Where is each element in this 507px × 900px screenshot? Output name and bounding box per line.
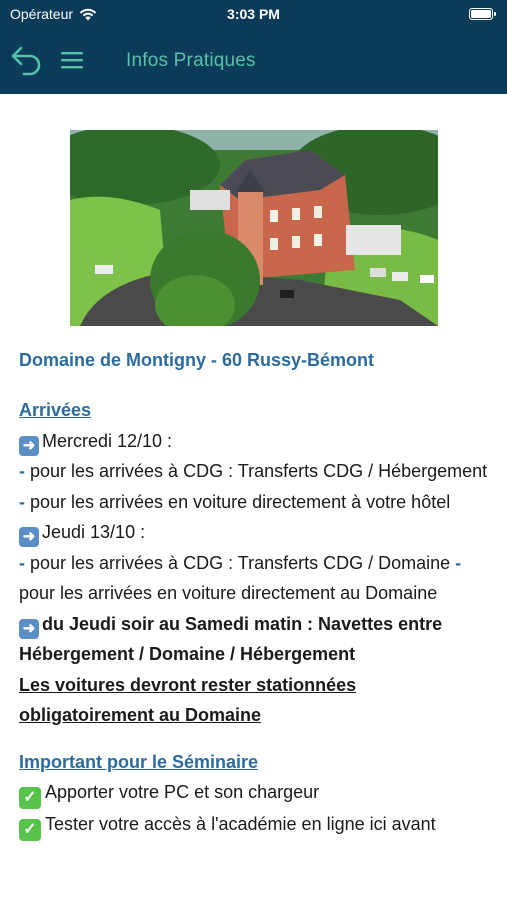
menu-icon[interactable] [60,50,84,70]
important-title: Important pour le Séminaire [19,751,259,772]
nav-bar: Infos Pratiques [0,36,507,84]
arrival-day2: ➜ Jeudi 13/10 : [19,517,494,548]
right-arrow-icon: ➜ [19,618,39,639]
arrival-day2-details: - pour les arrivées à CDG : Transferts C… [19,552,462,604]
important-item-2: ✓ Tester votre accès à l'académie en lign… [19,809,494,841]
status-bar: Opérateur 3:03 PM [0,0,507,28]
right-arrow-icon: ➜ [19,435,39,456]
arrival-day1: ➜ Mercredi 12/10 : [19,426,494,457]
arrivals-title: Arrivées [19,400,92,420]
top-bar: Opérateur 3:03 PM Infos Pratiques [0,0,507,94]
right-arrow-icon: ➜ [19,527,39,547]
venue-photo [70,130,438,326]
shuttle-info: ➜ du Jeudi soir au Samedi matin : Navette… [19,613,443,664]
check-mark-icon: ✓ [19,787,41,809]
venue-title: Domaine de Montigny - 60 Russy-Bémont [19,350,375,370]
back-icon[interactable] [10,44,44,76]
important-item-1: ✓ Apporter votre PC et son chargeur [19,777,494,809]
parking-notice: Les voitures devront rester stationnées … [19,674,357,726]
page-title: Infos Pratiques [126,50,256,71]
check-mark-icon: ✓ [19,819,41,841]
main-content: Domaine de Montigny - 60 Russy-Bémont Ar… [0,94,507,900]
info-text-block: Arrivées ➜ Mercredi 12/10 : - pour les ar… [19,395,494,841]
battery-icon [469,8,496,20]
status-time: 3:03 PM [227,6,280,22]
arrival-day1-details: - pour les arrivées à CDG : Transferts C… [19,461,488,512]
